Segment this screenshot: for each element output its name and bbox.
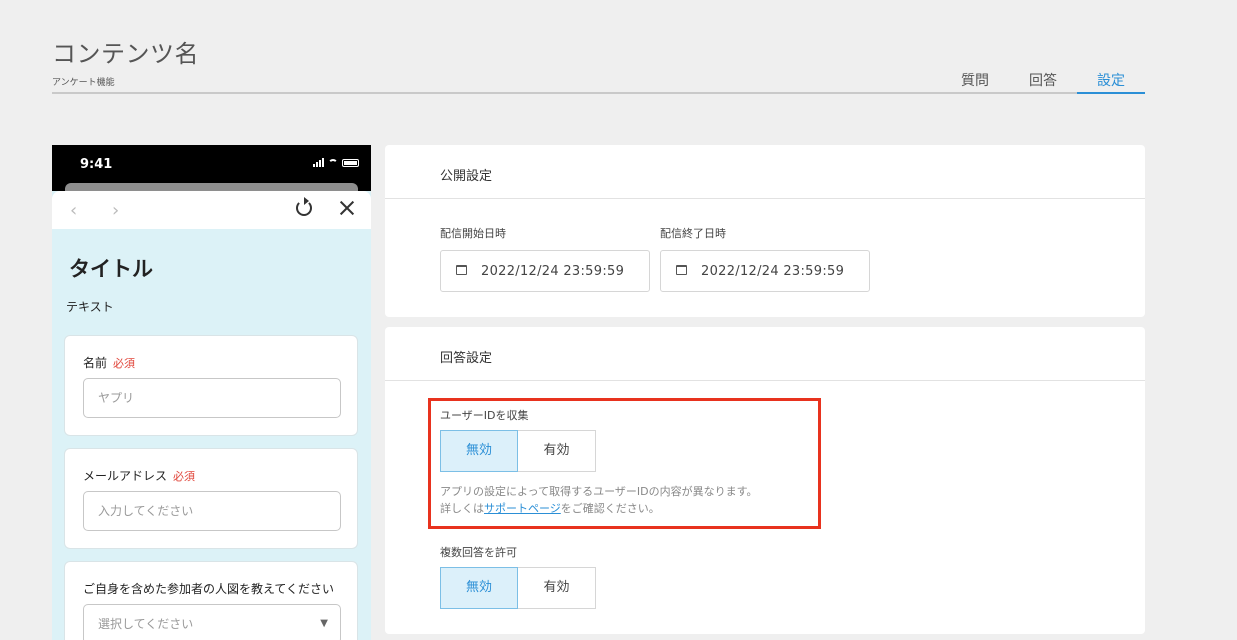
participants-select[interactable]: 選択してください ▼ <box>83 604 341 640</box>
help-prefix: 詳しくは <box>440 502 484 515</box>
support-page-link[interactable]: サポートページ <box>484 502 561 515</box>
publish-settings-card: 公開設定 配信開始日時 2022/12/24 23:59:59 配信終了日時 2… <box>385 145 1145 317</box>
question-label-text: 名前 <box>83 356 108 370</box>
collect-enabled-button[interactable]: 有効 <box>518 430 596 472</box>
start-date-label: 配信開始日時 <box>440 227 506 240</box>
question-card-name: 名前 必須 ヤプリ <box>64 335 358 436</box>
required-badge: 必須 <box>113 357 136 370</box>
wifi-icon <box>328 158 338 167</box>
close-icon[interactable] <box>338 199 356 217</box>
reload-icon[interactable] <box>296 197 312 216</box>
preview-title: タイトル <box>69 257 153 281</box>
end-date-label: 配信終了日時 <box>660 227 726 240</box>
question-label: ご自身を含めた参加者の人図を教えてください <box>83 580 334 597</box>
question-label-text: メールアドレス <box>83 469 168 483</box>
start-date-field[interactable]: 2022/12/24 23:59:59 <box>440 250 650 292</box>
tab-questions[interactable]: 質問 <box>941 72 1009 94</box>
question-label: 名前 必須 <box>83 354 135 371</box>
required-badge: 必須 <box>173 470 196 483</box>
card-header: 公開設定 <box>385 145 1145 199</box>
collect-help-text: アプリの設定によって取得するユーザーIDの内容が異なります。 詳しくはサポートペ… <box>440 483 758 517</box>
end-date-value: 2022/12/24 23:59:59 <box>701 264 845 279</box>
email-input[interactable]: 入力してください <box>83 491 341 531</box>
forward-arrow-icon[interactable]: › <box>112 200 119 221</box>
start-date-value: 2022/12/24 23:59:59 <box>481 264 625 279</box>
question-label: メールアドレス 必須 <box>83 467 195 484</box>
question-card-participants: ご自身を含めた参加者の人図を教えてください 選択してください ▼ <box>64 561 358 640</box>
name-input[interactable]: ヤプリ <box>83 378 341 418</box>
status-time: 9:41 <box>80 157 113 172</box>
help-line-1: アプリの設定によって取得するユーザーIDの内容が異なります。 <box>440 485 758 498</box>
tab-bar: 質問 回答 設定 <box>941 72 1145 94</box>
status-icons <box>313 158 359 167</box>
question-card-email: メールアドレス 必須 入力してください <box>64 448 358 549</box>
collect-user-id-label: ユーザーIDを収集 <box>440 409 529 422</box>
calendar-icon <box>676 265 687 275</box>
help-suffix: をご確認ください。 <box>560 502 660 515</box>
allow-multiple-label: 複数回答を許可 <box>440 546 517 559</box>
multiple-disabled-button[interactable]: 無効 <box>440 567 518 609</box>
end-date-field[interactable]: 2022/12/24 23:59:59 <box>660 250 870 292</box>
card-header: 回答設定 <box>385 327 1145 381</box>
browser-toolbar: ‹ › <box>52 191 371 229</box>
answer-settings-title: 回答設定 <box>440 351 493 366</box>
select-placeholder: 選択してください <box>98 617 194 631</box>
multiple-enabled-button[interactable]: 有効 <box>518 567 596 609</box>
signal-icon <box>313 158 324 167</box>
page-subtitle: アンケート機能 <box>52 78 115 88</box>
answer-settings-card: 回答設定 ユーザーIDを収集 無効 有効 アプリの設定によって取得するユーザーI… <box>385 327 1145 634</box>
phone-preview: 9:41 ‹ › タイトル テキスト 名前 必須 ヤプリ メールアドレス 必須 入力… <box>52 145 371 640</box>
dropdown-arrow-icon: ▼ <box>320 618 328 629</box>
preview-text: テキスト <box>66 300 114 314</box>
tab-answers[interactable]: 回答 <box>1009 72 1077 94</box>
collect-disabled-button[interactable]: 無効 <box>440 430 518 472</box>
back-arrow-icon[interactable]: ‹ <box>70 200 77 221</box>
collect-user-id-toggle: 無効 有効 <box>440 430 596 472</box>
help-line-2: 詳しくはサポートページをご確認ください。 <box>440 500 758 517</box>
question-label-text: ご自身を含めた参加者の人図を教えてください <box>83 582 335 596</box>
tab-settings[interactable]: 設定 <box>1077 72 1145 94</box>
page-title: コンテンツ名 <box>52 40 199 68</box>
calendar-icon <box>456 265 467 275</box>
battery-icon <box>342 158 359 167</box>
allow-multiple-toggle: 無効 有効 <box>440 567 596 609</box>
page-header: コンテンツ名 アンケート機能 質問 回答 設定 <box>52 30 1145 96</box>
publish-settings-title: 公開設定 <box>440 169 493 184</box>
